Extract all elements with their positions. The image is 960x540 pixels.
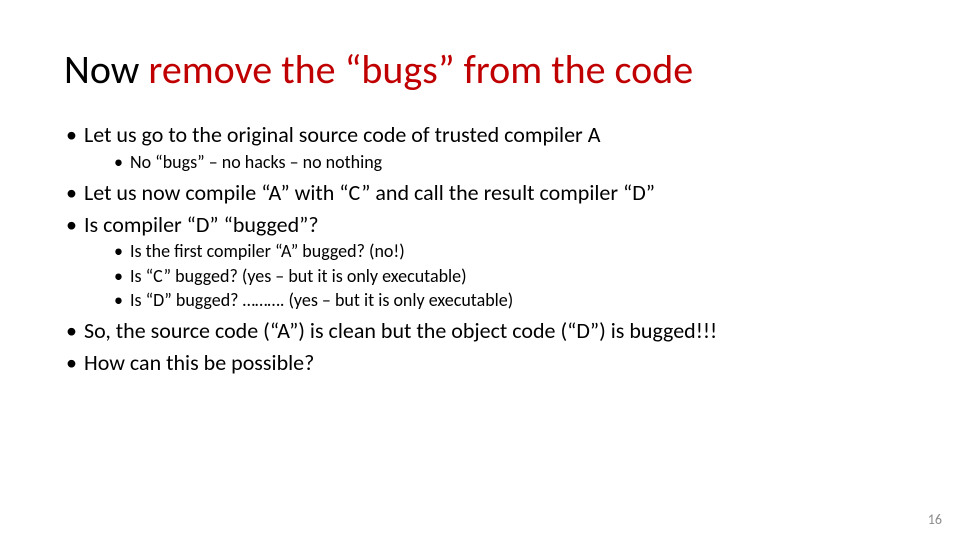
- list-item: So, the source code (“A”) is clean but t…: [64, 316, 896, 346]
- list-item: How can this be possible?: [64, 348, 896, 378]
- list-item: No “bugs” – no hacks – no nothing: [112, 150, 896, 174]
- slide: Now remove the “bugs” from the code Let …: [0, 0, 960, 540]
- title-part-red: remove the “bugs” from the code: [148, 45, 693, 94]
- bullet-text: Is the first compiler “A” bugged? (no!): [130, 240, 405, 262]
- bullet-text: How can this be possible?: [84, 349, 314, 376]
- list-item: Is the first compiler “A” bugged? (no!): [112, 239, 896, 263]
- list-item: Is “D” bugged? ………. (yes – but it is onl…: [112, 288, 896, 312]
- list-item: Is compiler “D” “bugged”? Is the first c…: [64, 210, 896, 313]
- bullet-text: Let us go to the original source code of…: [84, 121, 600, 148]
- sub-bullet-list: No “bugs” – no hacks – no nothing: [84, 150, 896, 174]
- slide-title: Now remove the “bugs” from the code: [64, 48, 896, 92]
- sub-bullet-list: Is the first compiler “A” bugged? (no!) …: [84, 239, 896, 312]
- list-item: Let us now compile “A” with “C” and call…: [64, 178, 896, 208]
- bullet-text: Is “D” bugged? ………. (yes – but it is onl…: [130, 289, 513, 311]
- bullet-text: So, the source code (“A”) is clean but t…: [84, 317, 717, 344]
- title-part-black: Now: [64, 45, 148, 94]
- list-item: Is “C” bugged? (yes – but it is only exe…: [112, 264, 896, 288]
- bullet-list: Let us go to the original source code of…: [64, 120, 896, 378]
- bullet-text: Let us now compile “A” with “C” and call…: [84, 179, 655, 206]
- bullet-text: Is compiler “D” “bugged”?: [84, 211, 319, 238]
- list-item: Let us go to the original source code of…: [64, 120, 896, 174]
- bullet-text: No “bugs” – no hacks – no nothing: [130, 151, 382, 173]
- bullet-text: Is “C” bugged? (yes – but it is only exe…: [130, 265, 467, 287]
- page-number: 16: [928, 511, 942, 528]
